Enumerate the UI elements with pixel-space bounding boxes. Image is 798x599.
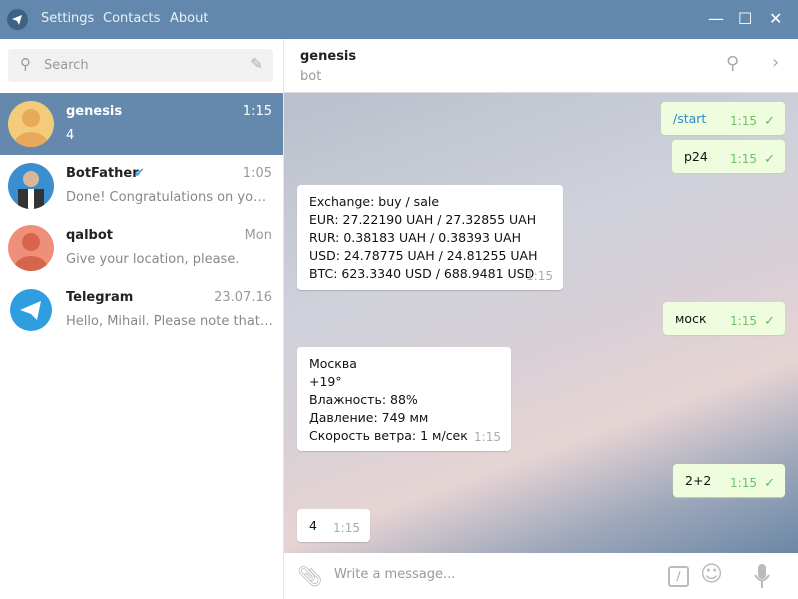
title-bar: Settings Contacts About — ☐ ✕ — [0, 0, 798, 39]
avatar — [8, 163, 54, 209]
message-text: моск — [675, 311, 707, 326]
message-line: EUR: 27.22190 UAH / 27.32855 UAH — [309, 212, 537, 227]
bot-command-icon[interactable]: / — [668, 566, 689, 587]
close-button[interactable]: ✕ — [769, 9, 782, 28]
message-line: Exchange: buy / sale — [309, 194, 440, 209]
dialog-name: genesis — [66, 104, 123, 119]
compose-icon[interactable]: ✎ — [250, 55, 263, 73]
verified-icon: ✔ — [134, 166, 145, 181]
message-time: 1:15 — [730, 476, 757, 490]
message-line: USD: 24.78775 UAH / 24.81255 UAH — [309, 248, 538, 263]
bot-command-link[interactable]: /start — [673, 111, 706, 126]
message-line: Давление: 749 мм — [309, 410, 429, 425]
emoji-icon[interactable]: ☺ — [700, 562, 723, 587]
dialog-time: 23.07.16 — [214, 290, 272, 305]
dialog-preview: Done! Congratulations on your new bot... — [66, 190, 274, 205]
microphone-icon[interactable] — [754, 564, 770, 588]
message-outgoing: 2+2 1:15 ✓ — [673, 464, 785, 497]
dialog-name: Telegram — [66, 290, 134, 305]
dialog-telegram[interactable]: Telegram 23.07.16 Hello, Mihail. Please … — [0, 279, 283, 341]
dialog-preview: 4 — [66, 128, 75, 143]
dialog-time: 1:05 — [242, 166, 272, 181]
menu-about[interactable]: About — [170, 11, 208, 26]
chat-title[interactable]: genesis — [300, 49, 356, 64]
message-line: Москва — [309, 356, 357, 371]
chat-status: bot — [300, 69, 322, 84]
sidebar: ⚲ Search ✎ genesis 1:15 4 BotFather ✔ 1:… — [0, 39, 284, 599]
dialog-preview: Hello, Mihail. Please note that your acc… — [66, 314, 274, 329]
dialog-genesis[interactable]: genesis 1:15 4 — [0, 93, 283, 155]
search-icon: ⚲ — [20, 55, 31, 73]
message-line: +19° — [309, 374, 342, 389]
message-line: Скорость ветра: 1 м/сек — [309, 428, 468, 443]
message-incoming: 4 1:15 — [297, 509, 370, 542]
search-input[interactable]: ⚲ Search ✎ — [8, 49, 273, 82]
message-line: Влажность: 88% — [309, 392, 418, 407]
message-line: BTC: 623.3340 USD / 688.9481 USD — [309, 266, 535, 281]
menu-contacts[interactable]: Contacts — [103, 11, 160, 26]
menu-settings[interactable]: Settings — [41, 11, 94, 26]
message-incoming: Москва +19° Влажность: 88% Давление: 749… — [297, 347, 511, 451]
check-icon: ✓ — [764, 114, 775, 129]
message-text: 4 — [309, 518, 317, 533]
chevron-right-icon[interactable]: › — [772, 52, 779, 73]
dialog-time: Mon — [244, 228, 272, 243]
dialog-time: 1:15 — [242, 104, 272, 119]
check-icon: ✓ — [764, 476, 775, 491]
message-text: p24 — [684, 149, 708, 164]
chat-header: genesis bot ⚲ › — [284, 39, 798, 93]
message-outgoing: /start 1:15 ✓ — [661, 102, 785, 135]
check-icon: ✓ — [764, 152, 775, 167]
avatar — [8, 101, 54, 147]
search-icon[interactable]: ⚲ — [726, 53, 739, 74]
attach-icon[interactable]: 📎︎ — [297, 564, 322, 588]
message-list: /start 1:15 ✓ p24 1:15 ✓ Exchange: buy / sal… — [284, 93, 798, 553]
message-time: 1:15 — [333, 521, 360, 535]
message-time: 1:15 — [730, 152, 757, 166]
message-input[interactable] — [334, 567, 654, 582]
message-time: 1:15 — [730, 114, 757, 128]
message-time: 1:15 — [526, 269, 553, 283]
dialog-preview: Give your location, please. — [66, 252, 240, 267]
message-outgoing: p24 1:15 ✓ — [672, 140, 785, 173]
message-time: 1:15 — [474, 430, 501, 444]
avatar — [10, 289, 52, 331]
message-text: 2+2 — [685, 473, 712, 488]
dialog-botfather[interactable]: BotFather ✔ 1:05 Done! Congratulations o… — [0, 155, 283, 217]
dialog-name: BotFather — [66, 166, 139, 181]
dialog-name: qalbot — [66, 228, 113, 243]
check-icon: ✓ — [764, 314, 775, 329]
dialog-qalbot[interactable]: qalbot Mon Give your location, please. — [0, 217, 283, 279]
message-line: RUR: 0.38183 UAH / 0.38393 UAH — [309, 230, 522, 245]
message-incoming: Exchange: buy / sale EUR: 27.22190 UAH /… — [297, 185, 563, 290]
message-time: 1:15 — [730, 314, 757, 328]
avatar — [8, 225, 54, 271]
minimize-button[interactable]: — — [708, 9, 724, 28]
telegram-logo-icon[interactable] — [7, 9, 28, 30]
maximize-button[interactable]: ☐ — [738, 9, 752, 28]
composer: 📎︎ / ☺ — [284, 553, 798, 599]
message-outgoing: моск 1:15 ✓ — [663, 302, 785, 335]
search-placeholder: Search — [44, 58, 89, 73]
